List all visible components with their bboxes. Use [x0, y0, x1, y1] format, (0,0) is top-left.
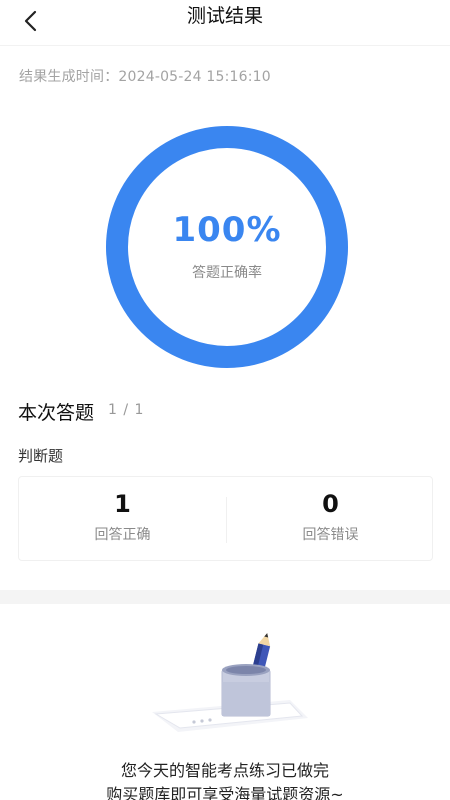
wrong-stat: 0 回答错误: [227, 477, 434, 562]
wrong-label: 回答错误: [302, 527, 359, 543]
pencil-cup-icon: [150, 630, 310, 740]
page-title: 测试结果: [186, 5, 263, 27]
accuracy-label: 答题正确率: [192, 265, 262, 281]
correct-label: 回答正确: [94, 527, 151, 543]
completion-message: 您今天的智能考点练习已做完: [120, 761, 329, 780]
purchase-prompt: 购买题库即可享受海量试题资源~: [106, 785, 344, 800]
correct-stat: 1 回答正确: [19, 477, 226, 562]
stats-card: 1 回答正确 0 回答错误: [18, 476, 433, 561]
result-generated-time: 结果生成时间：2024-05-24 15:16:10: [19, 69, 271, 85]
section-divider: [0, 590, 450, 604]
correct-count: 1: [114, 490, 131, 518]
accuracy-percent: 100%: [172, 210, 282, 250]
session-count: 1 / 1: [108, 402, 145, 418]
question-type-label: 判断题: [18, 447, 64, 465]
wrong-count: 0: [322, 490, 339, 518]
session-title: 本次答题: [18, 402, 95, 424]
nav-bar: 测试结果: [0, 0, 450, 46]
